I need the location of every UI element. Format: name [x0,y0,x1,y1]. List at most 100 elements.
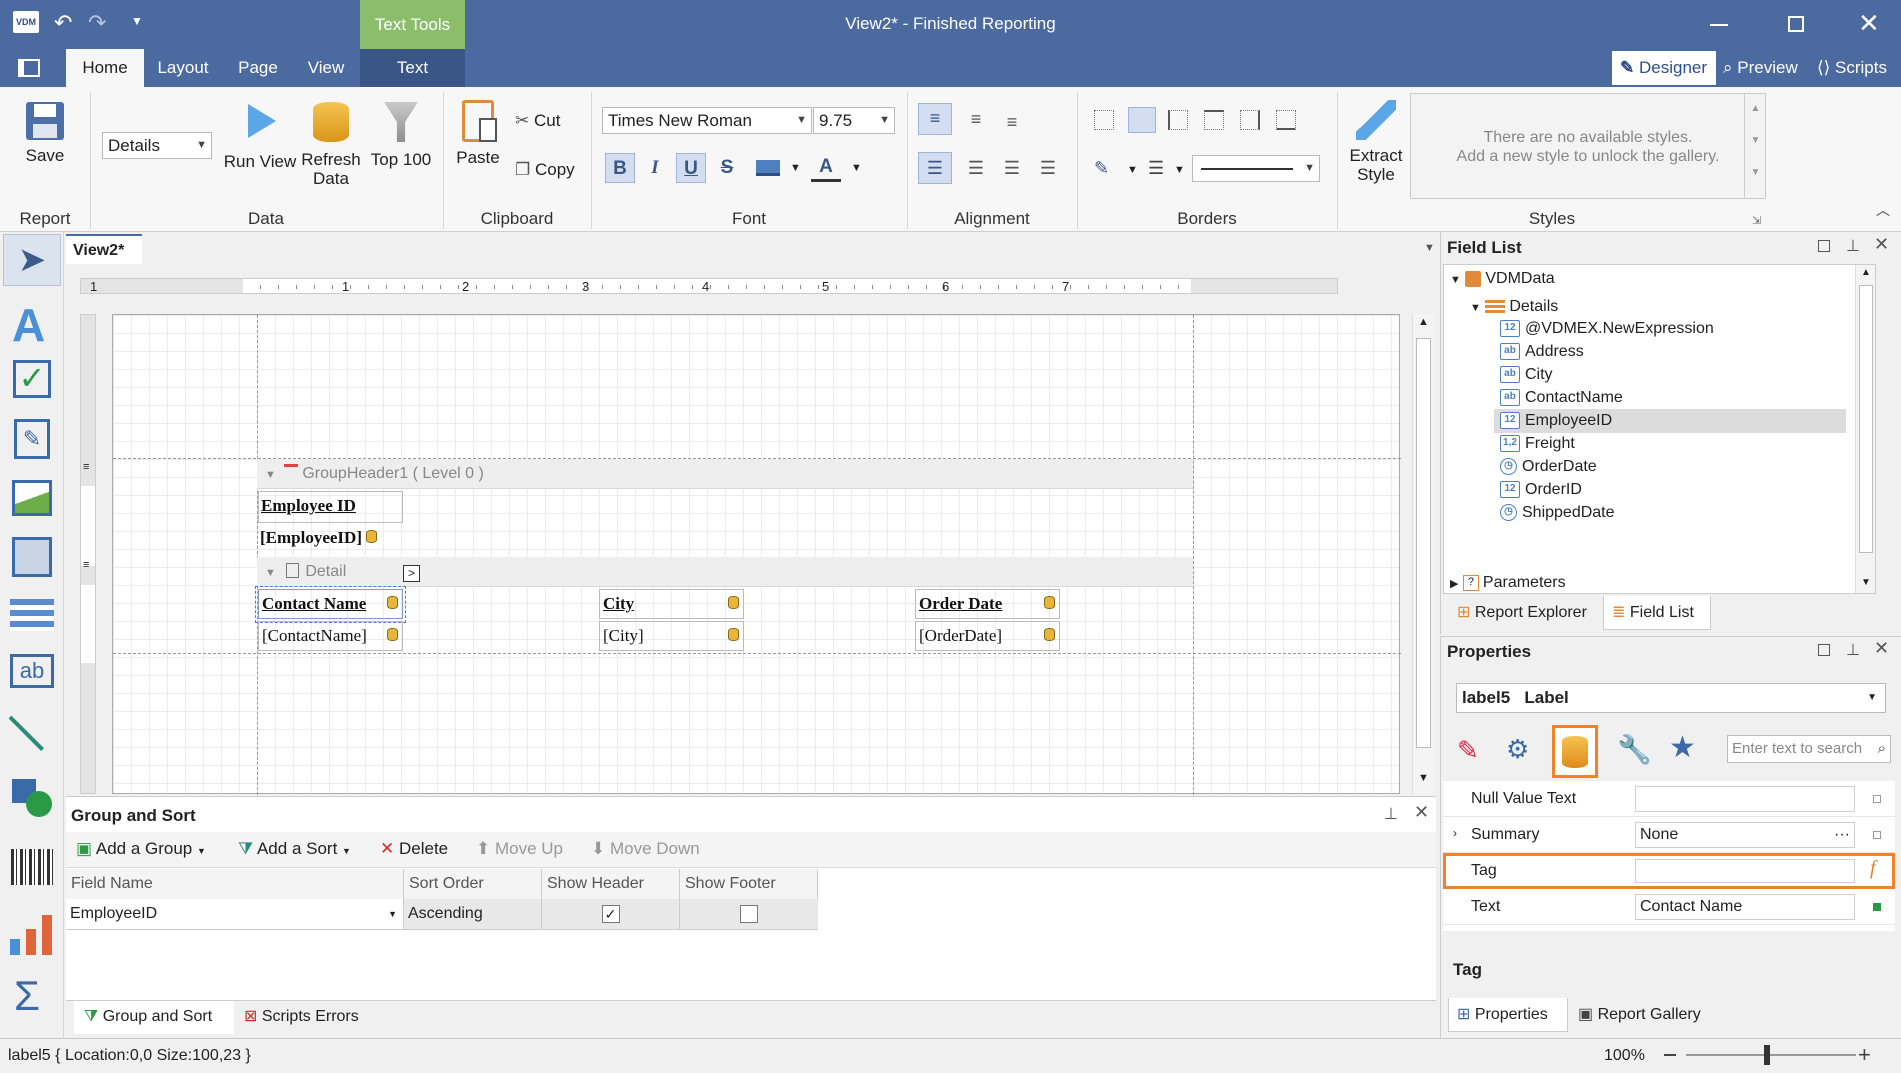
tab-home[interactable]: Home [66,49,144,87]
property-row-summary[interactable]: › Summary None ··· [1443,817,1895,853]
panel-maximize-icon[interactable] [1818,644,1830,656]
border-top-icon[interactable] [1204,110,1224,130]
order-date-field[interactable]: [OrderDate] [915,621,1060,651]
field-list-scrollbar[interactable]: ▲ ▼ [1855,265,1875,593]
styles-gallery[interactable]: There are no available styles. Add a new… [1410,93,1766,199]
refresh-data-button[interactable]: Refresh Data [300,102,362,188]
dialog-launcher-icon[interactable]: ⇲ [1752,214,1761,227]
chart-tool-icon[interactable] [10,915,54,955]
delete-button[interactable]: ✕ Delete [380,839,448,859]
styles-gallery-scroll[interactable]: ▲ ▼ ▼ [1744,93,1766,199]
character-comb-tool-icon[interactable]: ab [10,654,54,688]
property-row-tag[interactable]: Tag f [1443,853,1895,889]
tab-layout[interactable]: Layout [144,49,222,87]
data-member-combo[interactable]: Details ▼ [102,132,212,159]
ellipsis-icon[interactable]: ··· [1834,823,1850,847]
border-dash-style-combo[interactable]: ▼ [1192,155,1320,182]
zoom-slider-thumb[interactable] [1764,1045,1770,1065]
barcode-tool-icon[interactable] [11,849,53,885]
chevron-down-icon[interactable]: ▼ [1127,164,1138,176]
close-panel-icon[interactable]: ✕ [1874,638,1889,659]
quick-access-dropdown-icon[interactable]: ▼ [131,14,143,28]
chevron-down-icon[interactable]: ▼ [790,162,801,174]
tree-node-field[interactable]: 1,2 Freight [1500,432,1575,456]
tree-node-table[interactable]: ▼ Details [1470,295,1558,319]
designer-button[interactable]: ✎ Designer [1612,51,1716,85]
property-value-input[interactable]: None ··· [1635,822,1855,848]
font-color-button[interactable]: A [811,152,841,182]
scroll-thumb[interactable] [1416,338,1431,748]
band-expand-icon[interactable]: ▼ [265,469,276,481]
tab-group-and-sort[interactable]: ⧩ Group and Sort [74,1001,234,1034]
close-icon[interactable]: ✕ [1858,8,1880,39]
sort-order-cell[interactable]: Ascending [404,899,542,929]
properties-tab-properties[interactable]: ⊞ Properties [1448,998,1568,1032]
move-down-button[interactable]: ⬇ Move Down [591,839,700,859]
tree-node-field[interactable]: ab ContactName [1500,386,1623,410]
copy-button[interactable]: ❐ Copy [515,160,575,180]
properties-tab-report-gallery[interactable]: ▣ Report Gallery [1570,998,1720,1032]
border-bottom-icon[interactable] [1276,110,1296,130]
border-left-icon[interactable] [1168,110,1188,130]
property-search-input[interactable]: Enter text to search ⌕ [1727,735,1891,763]
file-menu-icon[interactable] [18,59,40,77]
column-header-show-header[interactable]: Show Header [542,869,680,899]
run-view-button[interactable]: Run View [222,104,298,171]
tree-node-parameters[interactable]: ▶ ? Parameters [1450,571,1566,595]
move-up-button[interactable]: ⬆ Move Up [476,839,563,859]
tab-page[interactable]: Page [222,49,294,87]
add-group-button[interactable]: ▣ Add a Group ▼ [76,839,206,859]
pin-icon[interactable]: ⊥ [1846,640,1860,660]
highlight-color-icon[interactable] [756,160,780,176]
shape-tool-icon[interactable] [12,779,52,817]
border-all-icon[interactable] [1128,107,1156,133]
border-color-icon[interactable]: ✎ [1094,158,1109,179]
scroll-down-icon[interactable]: ▼ [1418,772,1429,784]
pointer-tool-icon[interactable]: ➤ [3,234,61,286]
data-tab-icon[interactable] [1552,725,1598,778]
align-bottom-button[interactable]: ≡ [996,103,1028,135]
appearance-tab-icon[interactable]: ✎ [1457,735,1479,766]
italic-button[interactable]: I [640,153,670,183]
redo-icon[interactable]: ↷ [88,10,106,36]
expression-icon[interactable]: f [1870,857,1876,880]
column-header-sort-order[interactable]: Sort Order [404,869,542,899]
property-value-input[interactable]: Contact Name [1635,894,1855,920]
tree-node-field[interactable]: 12 OrderID [1500,478,1582,502]
city-label[interactable]: City [599,589,744,619]
order-date-label[interactable]: Order Date [915,589,1060,619]
cut-button[interactable]: ✂ Cut [515,111,560,131]
design-vertical-scrollbar[interactable]: ▲ ▼ [1412,314,1434,794]
chevron-down-icon[interactable]: ▼ [1174,164,1185,176]
band-collapse-icon[interactable]: ≡ [83,559,89,571]
group-header-band[interactable]: ▼ GroupHeader1 ( Level 0 ) [257,459,1193,489]
paste-button[interactable]: Paste [452,100,504,167]
align-middle-button[interactable]: ≡ [960,103,992,135]
property-value-input[interactable] [1635,859,1855,883]
tab-scripts-errors[interactable]: ⊠ Scripts Errors [236,1001,376,1034]
tree-node-root[interactable]: ▼ VDMData [1450,267,1555,291]
add-sort-button[interactable]: ⧩ Add a Sort ▼ [238,839,351,859]
border-right-icon[interactable] [1240,110,1260,130]
component-selector[interactable]: label5 Label ▼ [1456,683,1886,713]
label-tool-icon[interactable]: A [12,298,45,352]
border-width-icon[interactable]: ☰ [1148,158,1164,179]
favorites-tab-icon[interactable]: ★ [1669,730,1696,765]
panel-tool-icon[interactable] [12,537,52,577]
zoom-out-icon[interactable] [1664,1054,1676,1056]
column-header-show-footer[interactable]: Show Footer [680,869,818,899]
font-family-combo[interactable]: Times New Roman ▼ [602,107,812,134]
border-none-icon[interactable] [1094,110,1114,130]
font-size-combo[interactable]: 9.75 ▼ [813,107,895,134]
tree-node-field[interactable]: 12 @VDMEX.NewExpression [1500,317,1714,341]
city-field[interactable]: [City] [599,621,744,651]
property-value-input[interactable] [1635,786,1855,812]
undo-icon[interactable]: ↶ [54,10,72,36]
expand-icon[interactable]: › [1453,826,1457,840]
behavior-tab-icon[interactable]: ⚙ [1506,734,1529,765]
close-panel-icon[interactable]: ✕ [1874,234,1889,255]
pin-icon[interactable]: ⊥ [1384,804,1398,824]
close-panel-icon[interactable]: ✕ [1414,802,1429,823]
bold-button[interactable]: B [605,153,635,183]
tree-node-field[interactable]: 12 EmployeeID [1494,409,1846,433]
